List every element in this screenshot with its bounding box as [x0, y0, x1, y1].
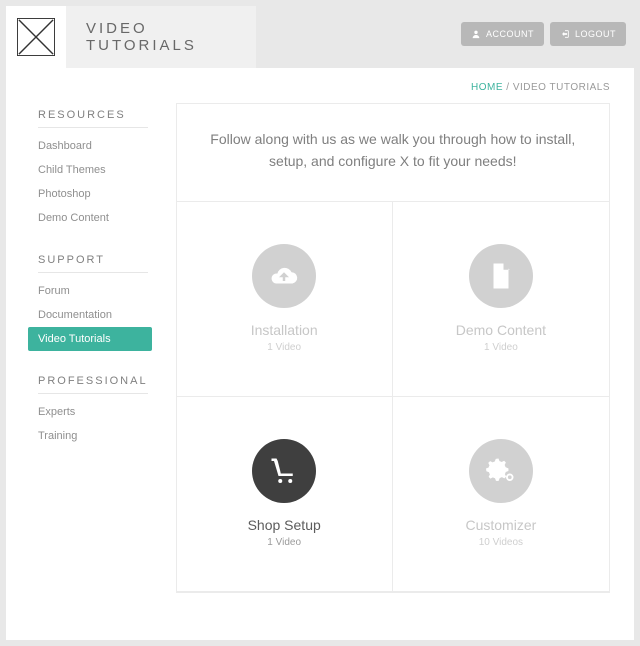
- file-icon: [469, 244, 533, 308]
- logout-button[interactable]: LOGOUT: [550, 22, 626, 46]
- sidebar-item-forum[interactable]: Forum: [6, 279, 162, 303]
- tile-customizer[interactable]: Customizer 10 Videos: [393, 397, 609, 592]
- panel: Follow along with us as we walk you thro…: [176, 103, 610, 593]
- sidebar-item-photoshop[interactable]: Photoshop: [6, 182, 162, 206]
- tile-count: 10 Videos: [479, 537, 523, 548]
- account-button[interactable]: ACCOUNT: [461, 22, 544, 46]
- page: HOME / VIDEO TUTORIALS RESOURCES Dashboa…: [6, 68, 634, 640]
- cart-icon: [252, 439, 316, 503]
- sidebar-item-child-themes[interactable]: Child Themes: [6, 158, 162, 182]
- sidebar-item-training[interactable]: Training: [6, 424, 162, 448]
- page-title-block: VIDEO TUTORIALS: [66, 6, 256, 68]
- breadcrumb-home[interactable]: HOME: [471, 82, 503, 93]
- tile-title: Customizer: [465, 517, 536, 533]
- cloud-upload-icon: [252, 244, 316, 308]
- tile-installation[interactable]: Installation 1 Video: [177, 202, 393, 397]
- tile-title: Shop Setup: [248, 517, 321, 533]
- tile-count: 1 Video: [267, 342, 301, 353]
- tile-shop-setup[interactable]: Shop Setup 1 Video: [177, 397, 393, 592]
- page-title: VIDEO TUTORIALS: [86, 20, 236, 54]
- logo[interactable]: [6, 6, 66, 68]
- logout-icon: [560, 29, 570, 39]
- sidebar-item-experts[interactable]: Experts: [6, 400, 162, 424]
- tile-title: Demo Content: [456, 322, 546, 338]
- tile-count: 1 Video: [484, 342, 518, 353]
- nav-heading-support: SUPPORT: [38, 248, 148, 273]
- breadcrumb-current: VIDEO TUTORIALS: [513, 82, 610, 93]
- sidebar-item-dashboard[interactable]: Dashboard: [6, 134, 162, 158]
- intro-text: Follow along with us as we walk you thro…: [177, 104, 609, 202]
- nav-heading-professional: PROFESSIONAL: [38, 369, 148, 394]
- sidebar-item-video-tutorials[interactable]: Video Tutorials: [28, 327, 152, 351]
- tile-demo-content[interactable]: Demo Content 1 Video: [393, 202, 609, 397]
- sidebar-item-demo-content[interactable]: Demo Content: [6, 206, 162, 230]
- sidebar-item-documentation[interactable]: Documentation: [6, 303, 162, 327]
- user-icon: [471, 29, 481, 39]
- topbar: VIDEO TUTORIALS ACCOUNT LOGOUT: [0, 0, 640, 68]
- sidebar: RESOURCES Dashboard Child Themes Photosh…: [6, 103, 162, 640]
- breadcrumb: HOME / VIDEO TUTORIALS: [6, 68, 634, 103]
- tile-title: Installation: [251, 322, 318, 338]
- tile-count: 1 Video: [267, 537, 301, 548]
- nav-heading-resources: RESOURCES: [38, 103, 148, 128]
- topbar-buttons: ACCOUNT LOGOUT: [461, 0, 640, 68]
- x-logo-icon: [17, 18, 55, 56]
- tiles-grid: Installation 1 Video Demo Content 1 Vide…: [177, 202, 609, 592]
- main: Follow along with us as we walk you thro…: [162, 103, 634, 640]
- gears-icon: [469, 439, 533, 503]
